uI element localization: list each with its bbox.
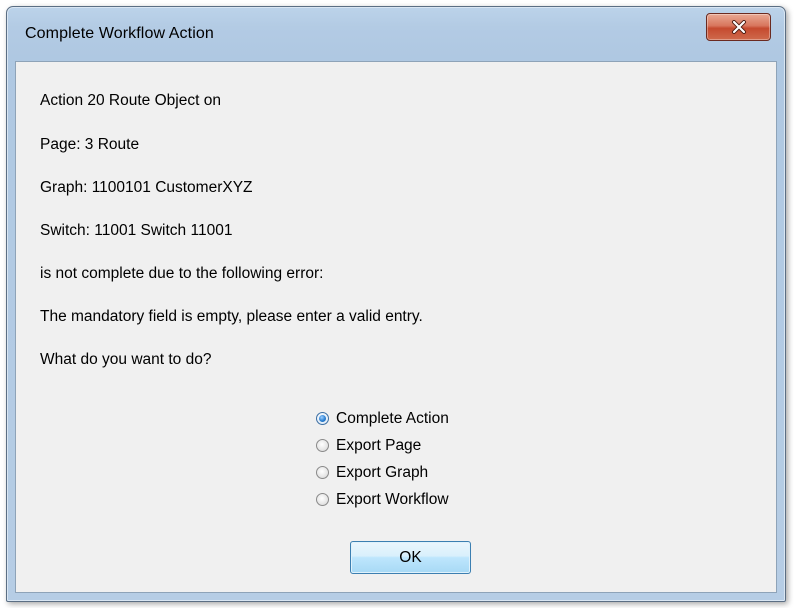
- option-export-workflow[interactable]: Export Workflow: [316, 486, 449, 513]
- dialog-title: Complete Workflow Action: [25, 25, 214, 42]
- option-label: Export Graph: [336, 463, 429, 481]
- option-label: Export Workflow: [336, 490, 449, 508]
- message-line-status: is not complete due to the following err…: [40, 265, 324, 282]
- radio-button[interactable]: [316, 439, 329, 452]
- option-complete-action[interactable]: Complete Action: [316, 405, 449, 432]
- title-bar[interactable]: Complete Workflow Action: [7, 7, 785, 61]
- close-button[interactable]: [706, 13, 771, 41]
- dialog-client-area: Action 20 Route Object on Page: 3 Route …: [15, 61, 777, 593]
- radio-button[interactable]: [316, 493, 329, 506]
- dialog-window: Complete Workflow Action Action 20 Route…: [6, 6, 786, 602]
- close-x-icon: [731, 20, 746, 34]
- option-export-graph[interactable]: Export Graph: [316, 459, 449, 486]
- option-export-page[interactable]: Export Page: [316, 432, 449, 459]
- option-label: Export Page: [336, 436, 422, 454]
- message-line-error: The mandatory field is empty, please ent…: [40, 308, 423, 325]
- message-line-action: Action 20 Route Object on: [40, 92, 221, 109]
- radio-button-checked[interactable]: [316, 412, 329, 425]
- radio-button[interactable]: [316, 466, 329, 479]
- action-options-group: Complete Action Export Page Export Graph…: [316, 405, 449, 513]
- option-label: Complete Action: [336, 409, 449, 427]
- message-line-question: What do you want to do?: [40, 351, 212, 368]
- ok-button[interactable]: OK: [350, 541, 471, 574]
- message-line-page: Page: 3 Route: [40, 136, 140, 153]
- message-line-switch: Switch: 11001 Switch 11001: [40, 222, 233, 239]
- message-line-graph: Graph: 1100101 CustomerXYZ: [40, 179, 253, 196]
